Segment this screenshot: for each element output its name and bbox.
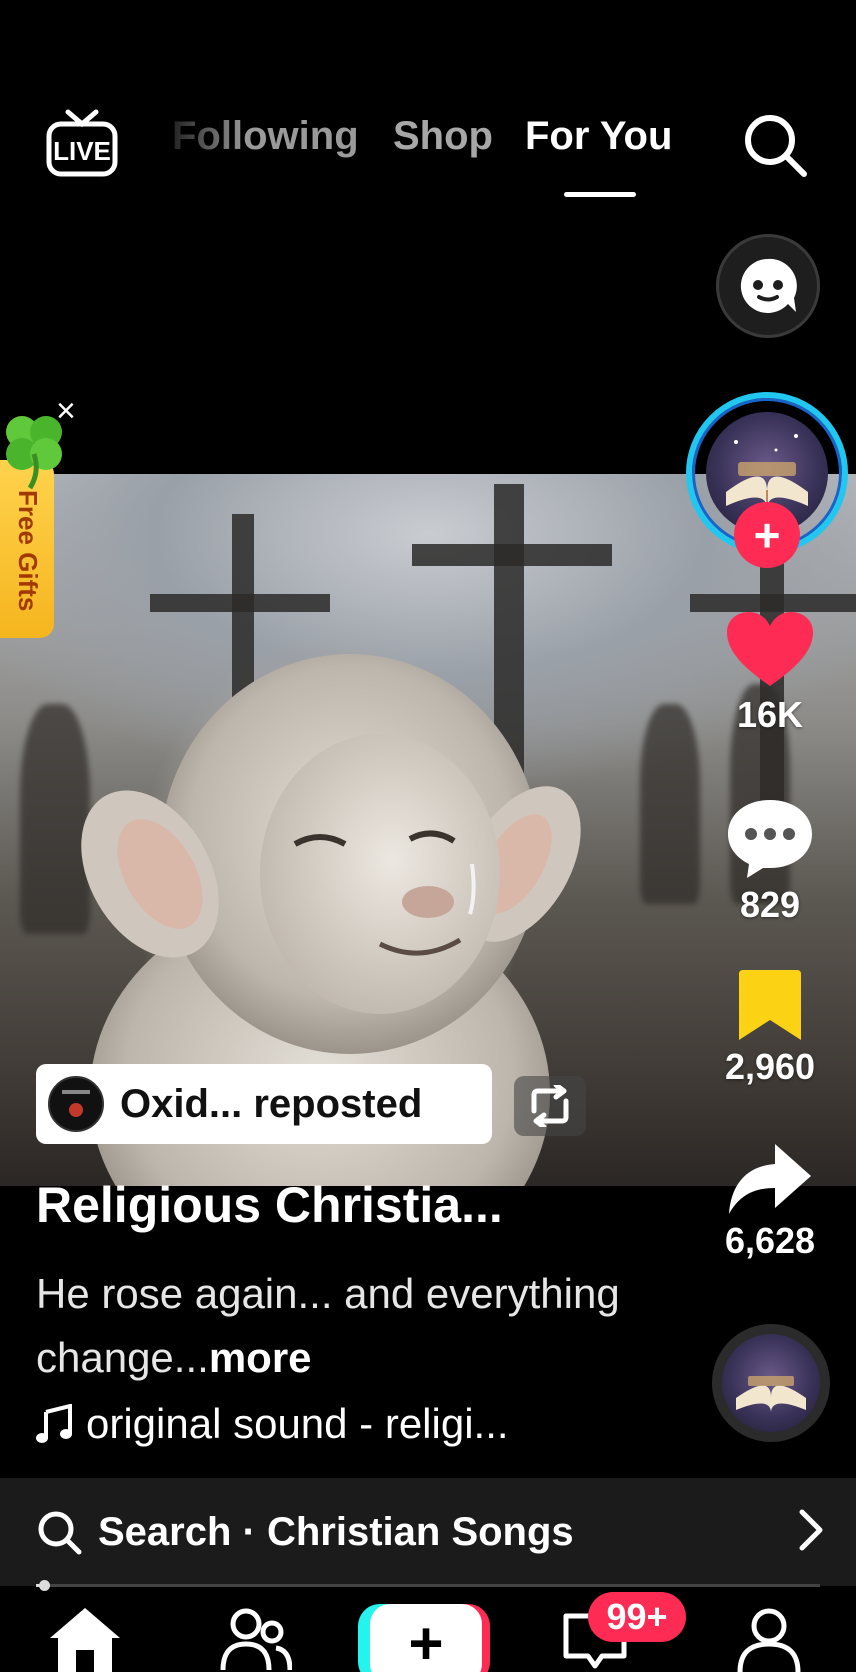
live-label: LIVE — [53, 136, 111, 166]
background-cross — [412, 544, 612, 566]
tab-following[interactable]: Following — [172, 114, 359, 159]
description-text: He rose again... and everything change..… — [36, 1270, 620, 1381]
save-action[interactable]: 2,960 — [700, 968, 840, 1088]
more-link[interactable]: more — [209, 1334, 312, 1381]
home-tab[interactable] — [48, 1606, 122, 1672]
profile-icon — [737, 1608, 801, 1672]
sound-name: original sound - religi... — [86, 1400, 509, 1447]
create-plus: + — [370, 1604, 482, 1672]
friends-icon — [220, 1608, 293, 1671]
profile-tab[interactable] — [736, 1606, 802, 1672]
search-icon — [38, 1511, 82, 1555]
search-icon[interactable] — [740, 110, 810, 180]
bookmark-icon — [739, 970, 801, 1040]
top-nav: LIVE Following Shop For You — [0, 100, 856, 200]
background-cross — [150, 594, 330, 612]
like-action[interactable]: 16K — [700, 610, 840, 736]
home-icon — [50, 1608, 120, 1672]
comment-icon — [728, 800, 812, 878]
search-suggestion-text: Search · Christian Songs — [98, 1509, 574, 1554]
active-tab-indicator — [564, 192, 636, 197]
music-note-icon — [36, 1404, 72, 1443]
ai-chat-button[interactable] — [716, 234, 820, 338]
follow-button[interactable]: + — [734, 502, 800, 568]
sound-disc[interactable] — [712, 1324, 830, 1442]
playback-progress[interactable] — [36, 1580, 820, 1591]
repost-text: Oxid... reposted — [120, 1081, 423, 1126]
progress-handle[interactable] — [38, 1580, 50, 1591]
share-action[interactable]: 6,628 — [700, 1142, 840, 1262]
heart-icon — [727, 612, 813, 686]
share-icon — [729, 1144, 811, 1214]
like-count: 16K — [736, 694, 804, 735]
reposter-avatar — [48, 1076, 104, 1132]
repost-banner[interactable]: Oxid... reposted — [36, 1064, 492, 1144]
bottom-nav: + 99+ — [0, 1592, 856, 1672]
save-count: 2,960 — [724, 1046, 816, 1087]
friends-tab[interactable] — [220, 1606, 293, 1672]
sound-link[interactable]: original sound - religi... — [36, 1400, 509, 1448]
tab-for-you[interactable]: For You — [525, 114, 672, 159]
inbox-badge: 99+ — [588, 1592, 686, 1642]
post-description[interactable]: He rose again... and everything change..… — [36, 1262, 656, 1390]
ai-chat-icon — [740, 258, 797, 313]
background-figure — [640, 704, 700, 904]
tab-shop[interactable]: Shop — [393, 114, 493, 159]
creator-username[interactable]: Religious Christia... — [36, 1176, 503, 1234]
comment-action[interactable]: 829 — [700, 796, 840, 926]
clover-icon — [6, 416, 62, 490]
share-count: 6,628 — [724, 1220, 816, 1261]
live-icon[interactable]: LIVE — [46, 108, 118, 178]
free-gifts-label: Free Gifts — [13, 490, 43, 612]
search-suggestion-bar[interactable]: Search · Christian Songs — [0, 1478, 856, 1586]
create-button[interactable]: + — [358, 1604, 490, 1672]
repost-icon[interactable] — [514, 1076, 586, 1136]
comment-count: 829 — [739, 884, 801, 925]
chevron-right-icon — [799, 1509, 823, 1551]
